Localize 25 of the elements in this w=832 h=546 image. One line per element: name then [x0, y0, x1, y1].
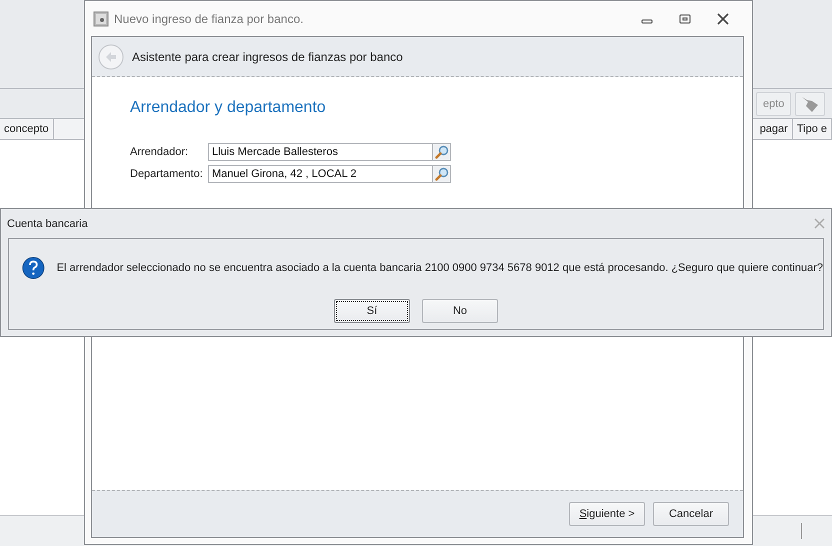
column-header[interactable]: Tipo e	[792, 119, 832, 139]
close-icon[interactable]	[717, 12, 729, 24]
message-text: El arrendador seleccionado no se encuentra asociado a la cuenta bancaria 2100 0900 9734 5678 9012 que está procesando. ¿Seguro que quiere continuar?	[56, 262, 823, 274]
text-field[interactable]: Lluis Mercade Ballesteros	[208, 143, 432, 161]
toolbar-button[interactable]	[795, 92, 826, 116]
wizard-button[interactable]: Cancelar	[653, 502, 729, 526]
field-label: Departamento:	[130, 168, 204, 180]
window-title: Nuevo ingreso de fianza por banco.	[114, 12, 304, 26]
column-header[interactable]: pagar	[756, 119, 793, 139]
page-title: Arrendador y departamento	[130, 99, 327, 117]
search-button[interactable]	[432, 143, 451, 161]
dialog-button[interactable]: Sí	[334, 299, 410, 323]
safe-icon	[93, 10, 109, 26]
dialog-button[interactable]: No	[422, 299, 498, 323]
text-field[interactable]: Manuel Girona, 42 , LOCAL 2	[208, 165, 432, 183]
magnifier-icon	[434, 145, 448, 159]
wizard-header: Asistente para crear ingresos de fianzas por banco	[132, 50, 403, 64]
back-icon[interactable]	[98, 44, 124, 70]
column-header[interactable]: concepto	[0, 119, 54, 139]
maximize-icon[interactable]	[679, 12, 691, 24]
search-button[interactable]	[432, 165, 451, 183]
wizard-button[interactable]: Siguiente >	[569, 502, 645, 526]
field-label: Arrendador:	[130, 146, 190, 158]
dialog-title: Cuenta bancaria	[7, 218, 88, 230]
magnifier-icon	[434, 167, 448, 181]
